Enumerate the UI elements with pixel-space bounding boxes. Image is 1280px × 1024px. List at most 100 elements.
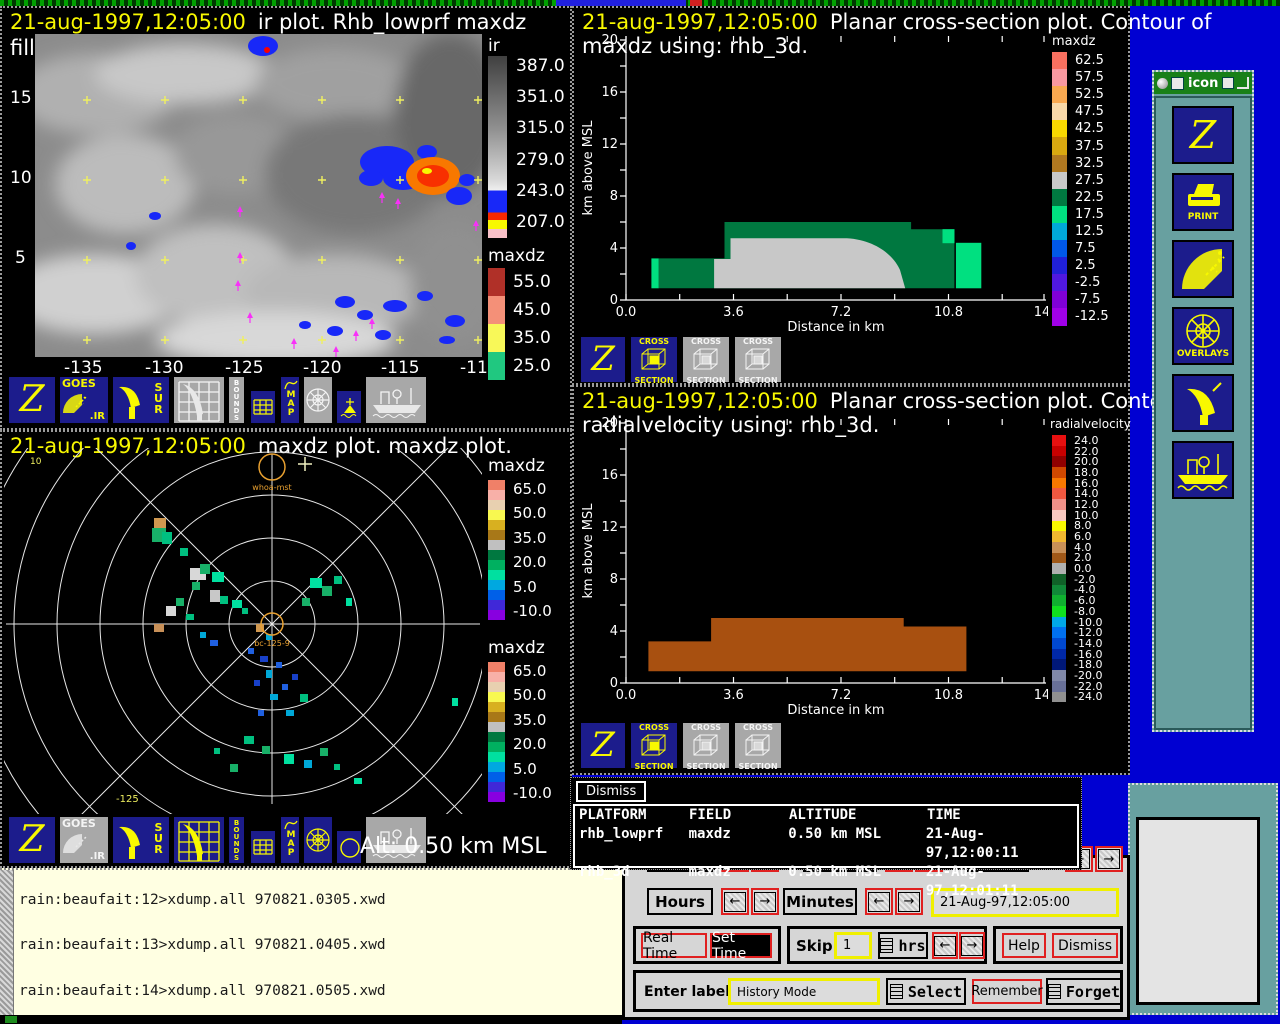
window-menu-icon[interactable] — [1171, 76, 1184, 90]
zeb-menu-button[interactable]: Z — [580, 722, 626, 769]
real-time-button[interactable]: Real Time — [641, 930, 707, 962]
sidebar-satellite-button[interactable] — [1172, 240, 1234, 298]
cross-section-button-active[interactable]: CROSS SECTION — [630, 336, 678, 385]
window-iconify-icon[interactable] — [1222, 77, 1234, 89]
terminal-text[interactable]: rain:beaufait:12>xdump.all 970821.0305.x… — [19, 870, 386, 1015]
goes-ir-button[interactable]: GOES .IR — [59, 816, 109, 864]
mini-grid-button[interactable] — [250, 830, 276, 864]
cell-platform: rhb_3d — [579, 864, 630, 880]
year-forward-button[interactable]: → — [1095, 846, 1123, 872]
terminal-resize-grip[interactable] — [5, 1016, 17, 1023]
overlays-button[interactable] — [303, 816, 333, 864]
dismiss-button[interactable]: Dismiss — [574, 780, 648, 803]
dismiss-button[interactable]: Dismiss — [1052, 933, 1118, 958]
cross-section-button[interactable]: CROSS SECTION — [734, 722, 782, 771]
colorbar-swatch — [1052, 627, 1066, 639]
cross-section-button[interactable]: CROSS SECTION — [682, 722, 730, 771]
skip-value-field[interactable]: 1 — [834, 932, 872, 959]
zeb-menu-button[interactable]: Z — [580, 336, 626, 383]
colorbar-entry: 42.5 — [1052, 120, 1109, 138]
arrow-right-icon: → — [1098, 849, 1120, 869]
grid-radar-button[interactable] — [173, 376, 225, 424]
skip-units-button[interactable]: hrs — [878, 932, 928, 959]
ship-button[interactable] — [365, 376, 427, 424]
sidebar-overlays-button[interactable]: OVERLAYS — [1172, 307, 1234, 365]
bounds-button[interactable]: BOUNDS — [228, 816, 245, 864]
buoy-button[interactable] — [336, 390, 362, 424]
colorbar-swatch — [1052, 274, 1067, 292]
sidebar-radar-button[interactable] — [1172, 374, 1234, 432]
overlays-wheel-icon — [306, 828, 330, 852]
ir-satellite-image[interactable] — [35, 34, 482, 357]
sidebar-zeb-button[interactable]: Z — [1172, 106, 1234, 164]
colorbar-swatch — [488, 662, 505, 672]
colorbar-swatch — [1052, 222, 1067, 241]
zeb-menu-button[interactable]: Z — [8, 816, 56, 864]
colorbar-label: 52.5 — [1075, 87, 1104, 103]
ir-y-tick-5: 5 — [15, 248, 26, 268]
sur-radar-button[interactable]: SUR — [112, 376, 170, 424]
ir-plot-title-text: ir plot. Rhb_lowprf maxdz — [257, 10, 527, 34]
icon-sidebar-window: icon Z PRINT OVERLAYS — [1152, 70, 1254, 732]
sur-radar-button[interactable]: SUR — [112, 816, 170, 864]
colorbar-swatch — [1052, 154, 1067, 172]
xsec1-plot[interactable]: 20 16 12 8 4 0 0.0 3.6 7.2 10.8 14 Dista… — [576, 28, 1048, 336]
colorbar-label: 7.5 — [1075, 241, 1096, 257]
table-row[interactable]: rhb_3d maxdz 0.50 km MSL 21-Aug-97,12:01… — [575, 863, 1077, 901]
terminal-scrollbar[interactable] — [0, 870, 14, 1015]
select-button[interactable]: Select — [886, 978, 966, 1005]
map-button[interactable]: MAP — [280, 816, 300, 864]
sidebar-ship-button[interactable] — [1172, 441, 1234, 499]
goes-ir-button[interactable]: GOES .IR — [59, 376, 109, 424]
colorbar-swatch — [1052, 691, 1066, 703]
cross-label: CROSS — [691, 723, 721, 732]
colorbar-swatch — [488, 530, 505, 540]
sidebar-print-button[interactable]: PRINT — [1172, 173, 1234, 231]
colorbar-swatch — [488, 570, 505, 580]
cross-section-button[interactable]: CROSS SECTION — [734, 336, 782, 385]
colorbar-swatch — [488, 324, 505, 352]
col-time: TIME — [927, 807, 961, 823]
sidebar-body: Z PRINT OVERLAYS — [1154, 96, 1252, 730]
terminal-line: rain:beaufait:14>xdump.all 970821.0505.x… — [19, 983, 386, 1000]
overlays-button[interactable] — [303, 376, 333, 424]
time-mode-group: Real Time Set Time — [633, 926, 781, 964]
zeb-logo: Z — [1189, 113, 1217, 157]
satellite-icon — [1182, 249, 1225, 289]
colorbar-label: 207.0 — [516, 211, 565, 232]
menu-marker-icon — [889, 984, 903, 999]
forget-button[interactable]: Forget — [1046, 978, 1122, 1005]
label-input-field[interactable]: History Mode — [728, 978, 880, 1005]
cross-section-button-active[interactable]: CROSS SECTION — [630, 722, 678, 771]
grid-radar-button[interactable] — [173, 816, 225, 864]
map-button[interactable]: MAP — [280, 376, 300, 424]
colorbar-swatch — [1052, 563, 1066, 574]
cube-icon — [641, 348, 666, 370]
forget-label: Forget — [1065, 982, 1120, 1001]
window-knob-icon[interactable] — [1157, 77, 1168, 89]
cross-section-button[interactable]: CROSS SECTION — [682, 336, 730, 385]
colorbar-swatch — [1052, 509, 1066, 521]
sidebar-titlebar[interactable]: icon — [1154, 72, 1252, 94]
colorbar-swatch — [488, 772, 505, 782]
svg-text:7.2: 7.2 — [831, 305, 852, 320]
ir-maxdz-colorbar: 55.0 45.0 35.0 25.0 — [488, 268, 551, 380]
zeb-menu-button[interactable]: Z — [8, 376, 56, 424]
cell-altitude: 0.50 km MSL — [788, 826, 881, 842]
xsec2-plot[interactable]: 20 16 12 8 4 0 0.0 3.6 7.2 10.8 14 Dista… — [576, 411, 1048, 719]
circle-button[interactable] — [336, 830, 362, 864]
table-row[interactable]: rhb_lowprf maxdz 0.50 km MSL 21-Aug-97,1… — [575, 825, 1077, 863]
mini-grid-button[interactable] — [250, 390, 276, 424]
colorbar-entry: 17.5 — [1052, 205, 1109, 223]
colorbar-label: 387.0 — [516, 56, 565, 76]
remember-button[interactable]: Remember — [971, 979, 1043, 1004]
skip-forward-button[interactable]: → — [959, 932, 985, 959]
section-label: SECTION — [686, 376, 726, 385]
radar-ppi-display[interactable]: whoa-mst bc-125-9 10 -125 — [4, 448, 482, 814]
colorbar-swatch — [488, 490, 505, 500]
set-time-button[interactable]: Set Time — [710, 930, 772, 962]
window-resize-icon[interactable] — [1237, 77, 1249, 89]
help-button[interactable]: Help — [1002, 933, 1046, 958]
skip-back-button[interactable]: ← — [932, 932, 958, 959]
bounds-button[interactable]: BOUNDS — [228, 376, 245, 424]
